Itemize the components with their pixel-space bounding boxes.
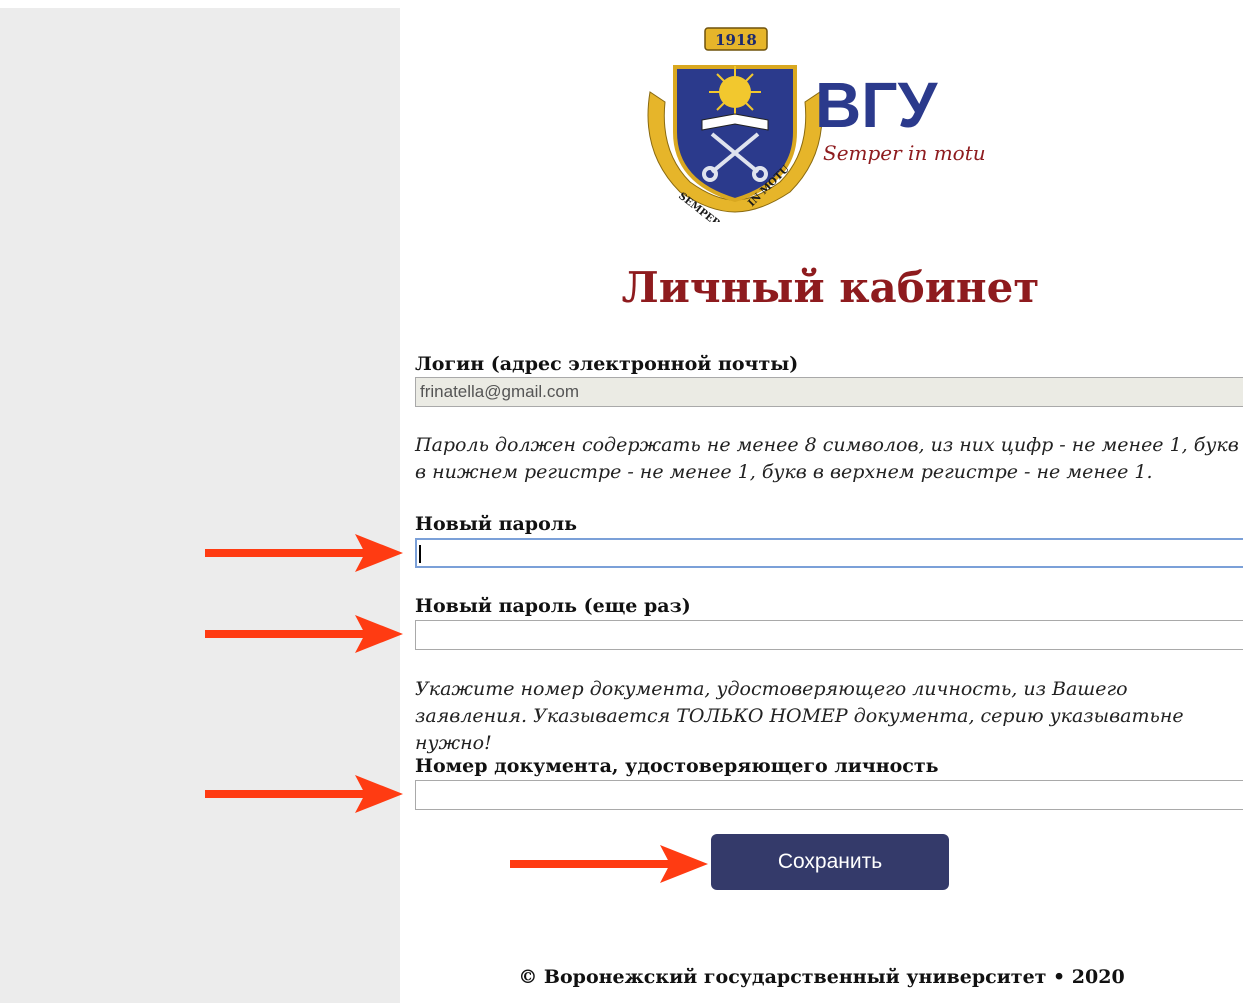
arrow-right-icon (510, 845, 708, 883)
arrow-right-icon (205, 775, 403, 813)
arrow-right-icon (205, 615, 403, 653)
password-requirements-note: Пароль должен содержать не менее 8 симво… (415, 434, 1239, 483)
document-number-label: Номер документа, удостоверяющего личност… (415, 755, 939, 777)
footer-copyright: © Воронежский государственный университе… (518, 966, 1125, 988)
document-number-input[interactable] (415, 780, 1243, 810)
university-logo: 1918 SEMPER IN MOTU ВГУ Semper in motu (640, 22, 1020, 222)
new-password-repeat-input[interactable] (415, 620, 1243, 650)
svg-text:1918: 1918 (715, 31, 757, 49)
page-title: Личный кабинет (621, 263, 1040, 312)
save-button[interactable]: Сохранить (711, 834, 949, 890)
crest-icon: 1918 SEMPER IN MOTU ВГУ Semper in motu (647, 27, 986, 222)
document-note: Укажите номер документа, удостоверяющего… (415, 678, 1184, 754)
new-password-repeat-label: Новый пароль (еще раз) (415, 595, 691, 617)
new-password-input[interactable] (415, 538, 1243, 568)
left-sidebar (0, 8, 400, 1003)
svg-text:Semper in motu: Semper in motu (823, 141, 986, 165)
svg-text:ВГУ: ВГУ (815, 69, 939, 141)
new-password-label: Новый пароль (415, 513, 578, 535)
text-caret (419, 545, 421, 563)
arrow-right-icon (205, 534, 403, 572)
login-label: Логин (адрес электронной почты) (415, 353, 799, 375)
login-field[interactable]: frinatella@gmail.com (415, 377, 1243, 407)
